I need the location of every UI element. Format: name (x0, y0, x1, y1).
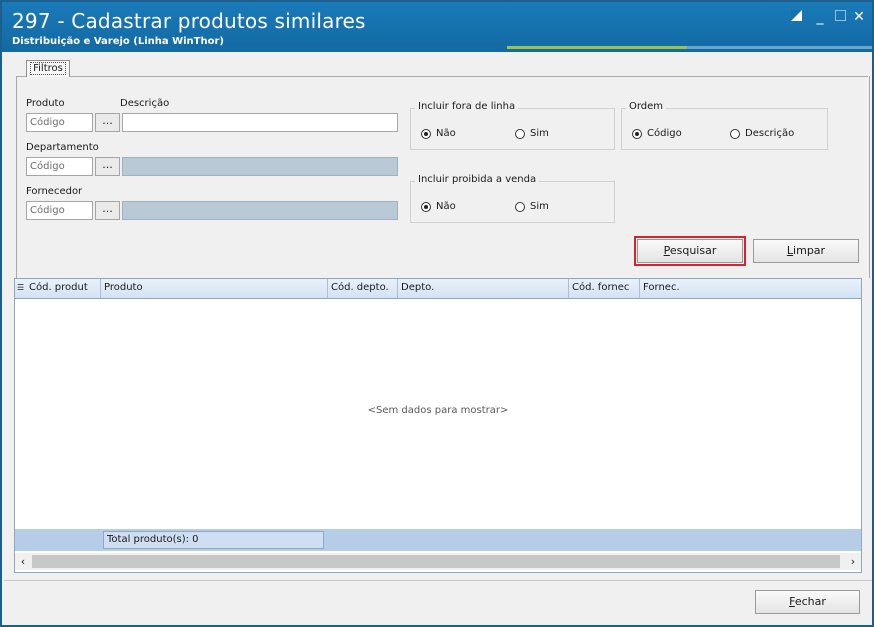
limpar-button[interactable]: Limpar (753, 239, 859, 263)
departamento-code-input[interactable]: Código (26, 157, 93, 176)
pesquisar-label: esquisar (669, 244, 717, 257)
fornecedor-lookup-button[interactable]: ... (95, 201, 120, 220)
close-icon[interactable]: ✕ (851, 10, 867, 24)
tab-filtros-label: Filtros (30, 62, 66, 75)
col-cod-produto-label: Cód. produt (29, 282, 88, 293)
radio-ordem-descricao-label: Descrição (745, 128, 795, 139)
tab-divider (16, 76, 868, 77)
radio-fora-linha-nao[interactable]: Não (421, 128, 456, 139)
radio-selected-icon (421, 201, 431, 212)
group-ordem-title: Ordem (626, 101, 667, 112)
departamento-label: Departamento (26, 142, 99, 153)
group-proibida-venda: Incluir proibida a venda Não Sim (410, 174, 615, 223)
main-window: 297 - Cadastrar produtos similares Distr… (0, 0, 874, 627)
radio-unselected-icon (730, 128, 740, 139)
col-cod-produto[interactable]: ☰ Cód. produt (15, 279, 101, 298)
radio-ordem-descricao[interactable]: Descrição (730, 128, 794, 139)
radio-fora-linha-sim-label: Sim (530, 128, 549, 139)
col-depto[interactable]: Depto. (398, 279, 569, 298)
scroll-right-icon[interactable]: › (845, 553, 861, 570)
pesquisar-button[interactable]: Pesquisar (634, 236, 746, 266)
radio-ordem-codigo-label: Código (647, 128, 682, 139)
title-bar: 297 - Cadastrar produtos similares Distr… (2, 2, 872, 52)
radio-proibida-sim-label: Sim (530, 201, 549, 212)
radio-unselected-icon (515, 201, 525, 212)
title-accent-stripe-secondary (687, 46, 872, 49)
tab-filtros[interactable]: Filtros (26, 60, 70, 77)
window-title: 297 - Cadastrar produtos similares (12, 9, 366, 33)
scroll-left-icon[interactable]: ‹ (15, 553, 31, 570)
group-ordem: Ordem Código Descrição (621, 101, 828, 150)
radio-proibida-nao[interactable]: Não (421, 201, 456, 212)
produto-label: Produto (26, 98, 65, 109)
descricao-input[interactable] (122, 113, 398, 132)
total-produtos: Total produto(s): 0 (103, 531, 324, 549)
radio-ordem-codigo[interactable]: Código (632, 128, 682, 139)
products-grid[interactable]: ☰ Cód. produt Produto Cód. depto. Depto.… (14, 278, 862, 573)
col-produto[interactable]: Produto (101, 279, 328, 298)
fornecedor-label: Fornecedor (26, 186, 83, 197)
column-chooser-icon[interactable]: ☰ (17, 284, 25, 293)
departamento-description-field (122, 157, 398, 176)
radio-proibida-sim[interactable]: Sim (515, 201, 549, 212)
group-fora-de-linha: Incluir fora de linha Não Sim (410, 101, 615, 150)
col-fornec[interactable]: Fornec. (640, 279, 861, 298)
minimize-icon[interactable]: _ (812, 10, 828, 24)
descricao-label: Descrição (120, 98, 170, 109)
scrollbar-thumb[interactable] (32, 555, 840, 568)
limpar-label: impar (793, 244, 826, 257)
group-proibida-venda-title: Incluir proibida a venda (415, 174, 540, 185)
produto-code-input[interactable]: Código (26, 113, 93, 132)
grid-footer: Total produto(s): 0 (15, 529, 861, 551)
radio-fora-linha-nao-label: Não (436, 128, 456, 139)
col-cod-fornec[interactable]: Cód. fornec (569, 279, 640, 298)
radio-proibida-nao-label: Não (436, 201, 456, 212)
window-subtitle: Distribuição e Varejo (Linha WinThor) (12, 36, 224, 47)
produto-lookup-button[interactable]: ... (95, 113, 120, 132)
fornecedor-code-input[interactable]: Código (26, 201, 93, 220)
radio-selected-icon (632, 128, 642, 139)
title-accent-stripe (507, 46, 687, 49)
radio-selected-icon (421, 128, 431, 139)
col-cod-depto[interactable]: Cód. depto. (328, 279, 398, 298)
grid-empty-message: <Sem dados para mostrar> (367, 405, 509, 416)
bottom-divider (4, 580, 872, 581)
radio-unselected-icon (515, 128, 525, 139)
restore-icon[interactable] (788, 10, 804, 24)
departamento-lookup-button[interactable]: ... (95, 157, 120, 176)
fornecedor-description-field (122, 201, 398, 220)
fechar-label: echar (794, 595, 826, 608)
horizontal-scrollbar[interactable]: ‹ › (15, 553, 861, 570)
group-fora-de-linha-title: Incluir fora de linha (415, 101, 519, 112)
radio-fora-linha-sim[interactable]: Sim (515, 128, 549, 139)
maximize-icon[interactable] (832, 10, 848, 24)
grid-header: ☰ Cód. produt Produto Cód. depto. Depto.… (15, 279, 861, 299)
fechar-button[interactable]: Fechar (755, 590, 860, 614)
